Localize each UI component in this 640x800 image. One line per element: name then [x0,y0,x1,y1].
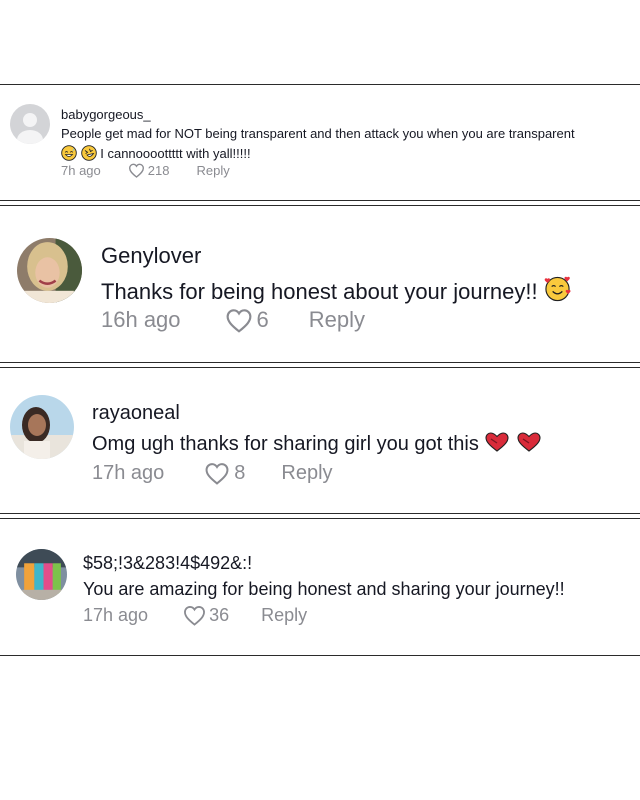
heart-icon [128,163,145,178]
comment-text: Omg ugh thanks for sharing girl you got … [92,431,636,456]
user-photo-avatar [17,238,82,303]
comment-time: 16h ago [101,307,181,332]
like-button[interactable]: 8 [204,462,245,485]
comment-time: 7h ago [61,163,101,178]
comment-username[interactable]: babygorgeous_ [61,107,151,122]
like-count: 36 [209,605,230,625]
reply-button[interactable]: Reply [309,307,365,333]
default-avatar-icon [10,104,50,144]
comment-text-line: Thanks for being honest about your journ… [101,279,538,304]
comment-time: 17h ago [92,462,165,484]
like-count: 218 [147,163,170,178]
comment-text-line: You are amazing for being honest and sha… [83,579,565,599]
heart-exclamation-emoji [484,431,510,453]
comment-meta: 17h ago 8 Reply [92,462,333,485]
comment-item: babygorgeous_ People get mad for NOT bei… [0,85,640,200]
divider [0,513,640,514]
comment-text-continuation: I cannoooottttt with yall!!!!! [100,145,251,161]
comment-item: rayaoneal Omg ugh thanks for sharing gir… [0,368,640,513]
comment-username[interactable]: Genylover [101,243,201,269]
grinning-sweat-emoji [61,145,77,161]
comment-meta: 16h ago 6 Reply [101,307,365,333]
avatar[interactable] [16,549,67,600]
heart-icon [183,605,206,626]
comment-text-line: People get mad for NOT being transparent… [61,126,575,141]
divider [0,655,640,656]
comment-item: Genylover Thanks for being honest about … [0,206,640,362]
like-button[interactable]: 6 [225,307,269,333]
smiling-hearts-emoji [544,275,571,302]
reply-button[interactable]: Reply [196,163,229,178]
like-count: 8 [234,462,246,484]
comment-meta: 17h ago 36 Reply [83,605,307,626]
user-photo-avatar [16,549,67,600]
rolling-laughing-emoji [80,145,97,161]
heart-icon [204,462,230,485]
comment-text: People get mad for NOT being transparent… [61,126,636,162]
reply-button[interactable]: Reply [261,605,307,626]
avatar[interactable] [10,104,50,144]
comment-text-line: I cannoooottttt with yall!!!!! [61,145,636,162]
avatar[interactable] [17,238,82,303]
avatar[interactable] [10,395,74,459]
user-photo-avatar [10,395,74,459]
like-count: 6 [256,307,269,332]
heart-icon [225,308,253,333]
divider [0,200,640,201]
comment-username[interactable]: $58;!3&283!4$492&:! [83,553,252,574]
like-button[interactable]: 36 [183,605,229,626]
comment-text: Thanks for being honest about your journ… [101,275,636,306]
comment-text: You are amazing for being honest and sha… [83,579,636,601]
comment-text-line: Omg ugh thanks for sharing girl you got … [92,433,479,455]
like-button[interactable]: 218 [128,163,170,178]
comment-meta: 7h ago 218 Reply [61,163,230,178]
comment-username[interactable]: rayaoneal [92,402,180,425]
heart-exclamation-emoji [516,431,542,453]
divider [0,362,640,363]
reply-button[interactable]: Reply [281,462,332,485]
comment-item: $58;!3&283!4$492&:! You are amazing for … [0,519,640,655]
comment-time: 17h ago [83,605,149,625]
